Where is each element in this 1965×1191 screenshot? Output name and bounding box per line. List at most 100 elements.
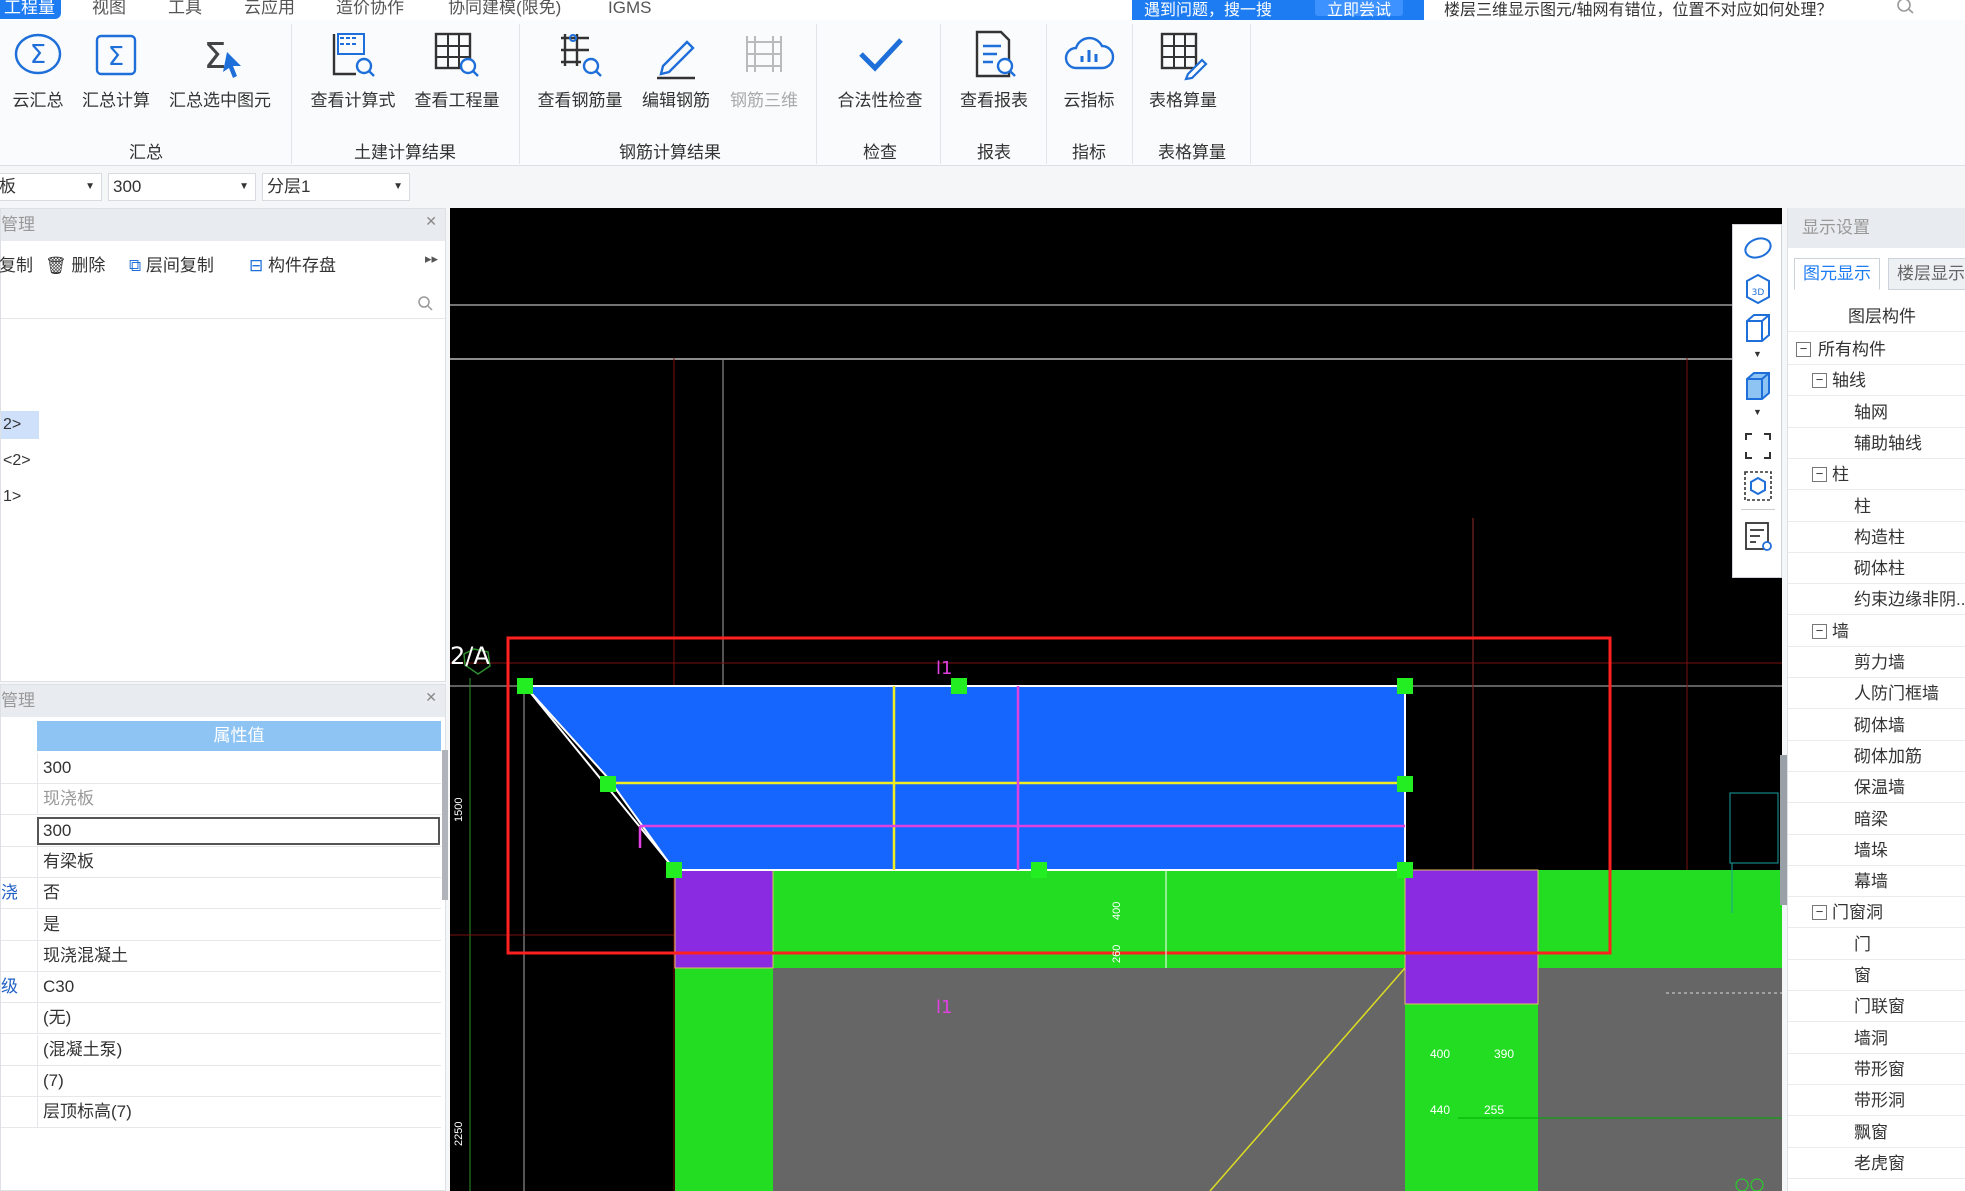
property-row[interactable]: 浇否 xyxy=(1,878,441,910)
collapse-icon[interactable]: − xyxy=(1812,467,1827,483)
menu-item-collab[interactable]: 造价协作 xyxy=(336,0,404,19)
layer-tree-item[interactable]: 窗 xyxy=(1788,960,1965,991)
layer-tree-item[interactable]: 带形洞 xyxy=(1788,1085,1965,1117)
summary-calc-button[interactable]: Σ 汇总计算 xyxy=(78,26,154,111)
property-row[interactable]: 有梁板 xyxy=(1,846,441,878)
property-row[interactable]: 现浇混凝土 xyxy=(1,940,441,972)
layer-tree-item[interactable]: 保温墙 xyxy=(1788,772,1965,804)
layer-tree-item[interactable]: 柱 xyxy=(1788,491,1965,522)
property-row[interactable]: 现浇板 xyxy=(1,784,441,816)
menu-item-quantity[interactable]: 工程量 xyxy=(0,0,61,19)
layer-tree-item[interactable]: − 柱 xyxy=(1788,459,1965,491)
property-row[interactable]: (混凝土泵) xyxy=(1,1034,441,1066)
thickness-select[interactable]: 300 ▼ xyxy=(108,173,256,201)
layer-tree-item[interactable]: 砌体柱 xyxy=(1788,553,1965,585)
layer-tree-item[interactable]: − 墙 xyxy=(1788,616,1965,647)
cloud-summary-button[interactable]: Σ 云汇总 xyxy=(8,26,68,111)
collapse-icon[interactable]: − xyxy=(1812,373,1827,389)
fit-view-icon[interactable] xyxy=(1742,429,1774,463)
close-icon[interactable]: ✕ xyxy=(425,689,437,706)
chevron-down-icon[interactable]: ▼ xyxy=(1753,407,1762,417)
copy-button[interactable]: 复制 xyxy=(0,251,33,276)
tab-floor-display[interactable]: 楼层显示 xyxy=(1888,258,1965,290)
cad-drawing[interactable]: 2/A l1 l1 1500 2250 400 260 400 390 440 … xyxy=(450,208,1782,1191)
property-row[interactable]: 层顶标高(7) xyxy=(1,1097,441,1129)
close-icon[interactable]: ✕ xyxy=(425,213,437,230)
layer-tree-item[interactable]: − 轴线 xyxy=(1788,365,1965,397)
view-rebar-button[interactable]: 查看钢筋量 xyxy=(532,26,628,111)
layer-tree-item[interactable]: 墙洞 xyxy=(1788,1023,1965,1054)
property-row[interactable]: 级 C30 xyxy=(1,972,441,1004)
layer-tree-item[interactable]: 砌体墙 xyxy=(1788,710,1965,741)
property-edit-field[interactable] xyxy=(37,816,440,845)
property-row[interactable]: 300 xyxy=(1,815,441,847)
tab-element-display[interactable]: 图元显示 xyxy=(1794,258,1880,290)
layer-tree-item[interactable]: 幕墙 xyxy=(1788,866,1965,898)
view-quantity-button[interactable]: 查看工程量 xyxy=(410,26,504,111)
search-icon[interactable] xyxy=(1895,0,1917,15)
layer-tree-item[interactable]: 辅助轴线 xyxy=(1788,428,1965,459)
layer-tree-item[interactable]: 带形窗 xyxy=(1788,1054,1965,1085)
more-icon[interactable]: ▸▸ xyxy=(425,251,438,267)
chevron-down-icon[interactable]: ▼ xyxy=(1753,349,1762,359)
layer-select[interactable]: 分层1 ▼ xyxy=(262,173,410,201)
layer-tree-item[interactable]: 砌体加筋 xyxy=(1788,741,1965,772)
try-now-button[interactable]: 立即尝试 xyxy=(1315,0,1404,19)
property-row[interactable]: 是 xyxy=(1,909,441,941)
collapse-icon[interactable]: − xyxy=(1812,623,1827,639)
layer-tree-item[interactable]: 飘窗 xyxy=(1788,1117,1965,1148)
menu-item-cloud[interactable]: 云应用 xyxy=(244,0,295,19)
orbit-icon[interactable] xyxy=(1742,231,1774,265)
table-calc-button[interactable]: 表格算量 xyxy=(1140,26,1226,111)
component-list-panel: 管理 ✕ 复制 🗑 删除 ⧉ 层间复制 ⊟ 构件存盘 ▸▸ 2> <2> 1> xyxy=(0,208,446,682)
summary-selected-button[interactable]: Σ 汇总选中图元 xyxy=(164,26,276,111)
cube-view-icon[interactable] xyxy=(1742,311,1774,345)
cube-filled-icon[interactable] xyxy=(1742,369,1774,403)
layer-tree-item[interactable]: − 门窗洞 xyxy=(1788,897,1965,929)
drawing-canvas[interactable]: 2/A l1 l1 1500 2250 400 260 400 390 440 … xyxy=(450,208,1782,1191)
layer-tree-item[interactable]: 轴网 xyxy=(1788,397,1965,428)
layer-tree-item[interactable]: 老虎窗 xyxy=(1788,1148,1965,1179)
panel-splitter[interactable] xyxy=(442,750,448,900)
rebar-3d-button[interactable]: 钢筋三维 xyxy=(724,26,804,111)
layer-tree-item[interactable]: 剪力墙 xyxy=(1788,647,1965,678)
cloud-index-button[interactable]: 云指标 xyxy=(1054,26,1124,111)
layer-item-label: 轴线 xyxy=(1832,371,1866,391)
floor-copy-button[interactable]: ⧉ 层间复制 xyxy=(129,251,214,276)
menu-item-view[interactable]: 视图 xyxy=(92,0,126,19)
layer-tree-item[interactable]: − 所有构件 xyxy=(1788,334,1965,365)
component-save-button[interactable]: ⊟ 构件存盘 xyxy=(249,251,336,276)
menu-item-tools[interactable]: 工具 xyxy=(168,0,202,19)
menu-item-cobim[interactable]: 协同建模(限免) xyxy=(448,0,561,19)
component-type-select[interactable]: 板 ▼ xyxy=(0,173,102,201)
menu-item-igms[interactable]: IGMS xyxy=(608,0,651,19)
layer-tree-item[interactable]: 门联窗 xyxy=(1788,991,1965,1023)
collapse-icon[interactable]: − xyxy=(1812,905,1827,921)
layer-tree-item[interactable]: 门 xyxy=(1788,929,1965,960)
tree-item[interactable]: 2> xyxy=(1,411,39,439)
property-row[interactable]: (7) xyxy=(1,1066,441,1097)
layer-tree-item[interactable]: 暗梁 xyxy=(1788,804,1965,835)
tree-item[interactable]: 1> xyxy=(1,483,21,511)
view-formula-button[interactable]: 查看计算式 xyxy=(306,26,400,111)
legality-check-button[interactable]: 合法性检查 xyxy=(828,26,932,111)
view-report-button[interactable]: 查看报表 xyxy=(950,26,1038,111)
edit-rebar-button[interactable]: 编辑钢筋 xyxy=(636,26,716,111)
tree-item[interactable]: <2> xyxy=(1,447,31,475)
canvas-scrollbar[interactable] xyxy=(1780,755,1787,905)
property-row[interactable]: 300 xyxy=(1,753,441,784)
layer-tree-item[interactable]: 约束边缘非阴... xyxy=(1788,584,1965,616)
view-3d-icon[interactable]: 3D xyxy=(1742,271,1774,305)
property-value: 是 xyxy=(43,914,60,934)
collapse-icon[interactable]: − xyxy=(1796,342,1811,357)
layer-item-label: 暗梁 xyxy=(1854,809,1888,829)
help-search-box[interactable]: 楼层三维显示图元/轴网有错位，位置不对应如何处理？ xyxy=(1430,0,1965,20)
layer-tree-item[interactable]: 人防门框墙 xyxy=(1788,678,1965,710)
list-view-icon[interactable] xyxy=(1742,519,1774,553)
layer-tree-item[interactable]: 墙垛 xyxy=(1788,835,1965,866)
delete-button[interactable]: 🗑 删除 xyxy=(45,251,105,276)
select-3d-icon[interactable] xyxy=(1742,469,1774,503)
component-search-input[interactable] xyxy=(1,287,445,319)
layer-tree-item[interactable]: 构造柱 xyxy=(1788,522,1965,553)
property-row[interactable]: (无) xyxy=(1,1003,441,1035)
